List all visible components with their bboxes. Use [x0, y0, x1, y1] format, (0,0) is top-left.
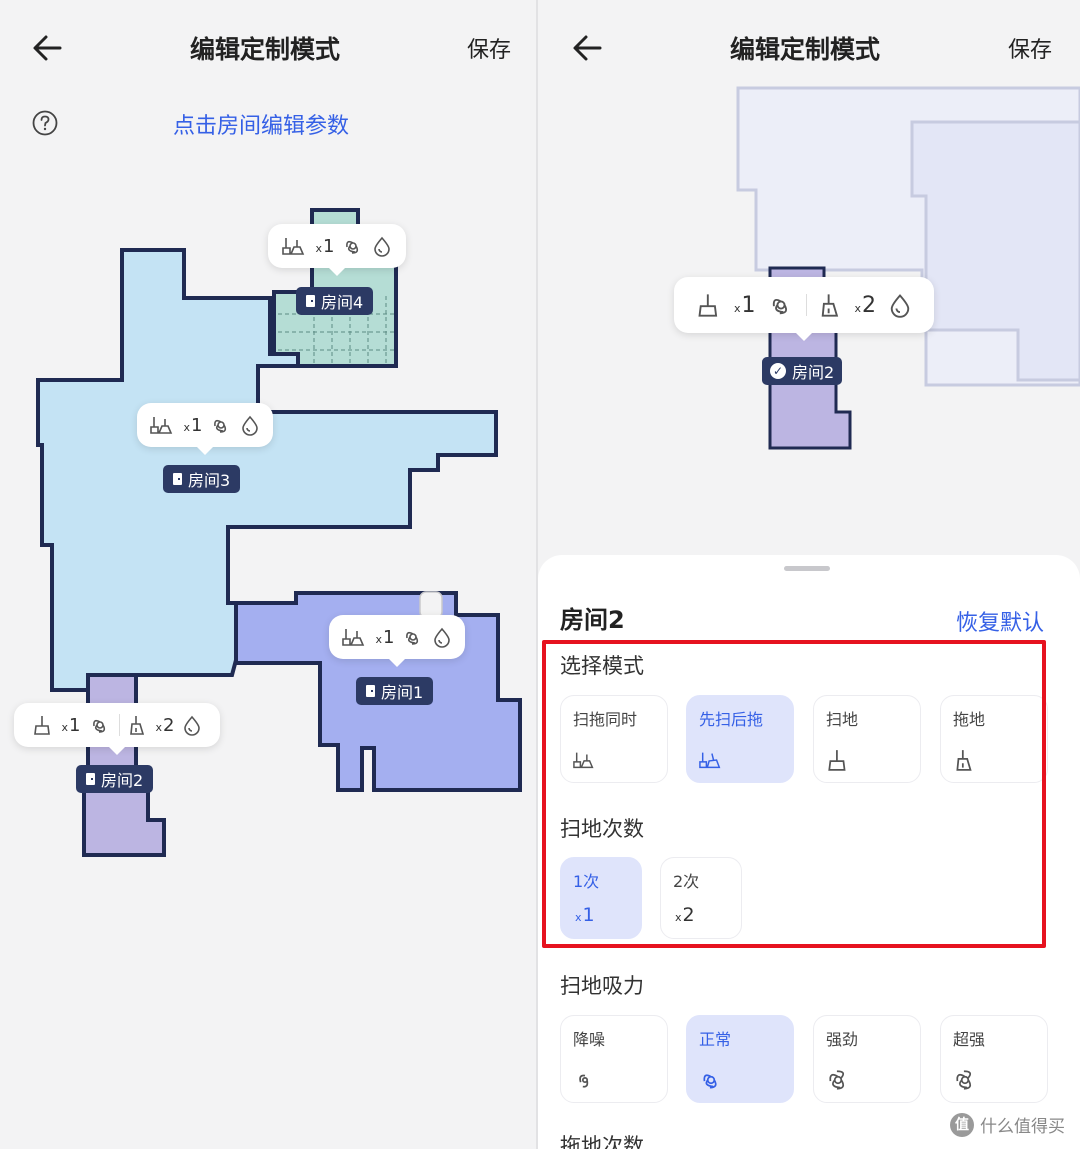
mop-times-section-title: 拖地次数: [560, 1134, 644, 1149]
room-3-settings-bubble[interactable]: x1: [137, 403, 273, 455]
mop-count: x2: [155, 714, 175, 736]
watermark-logo-icon: 值: [950, 1112, 974, 1137]
sweep-count: x1: [375, 626, 395, 648]
sweep-mop-icon: [341, 629, 364, 646]
room-1-settings-bubble[interactable]: x1: [329, 615, 465, 667]
fan-icon: [406, 631, 419, 645]
water-drop-icon: [184, 715, 201, 736]
room-4-settings-bubble[interactable]: x1: [268, 224, 406, 276]
fan-icon: [214, 419, 227, 433]
sweep-icon: [33, 716, 50, 735]
mop-icon: [129, 716, 144, 735]
suction-option-strong[interactable]: 强劲: [813, 1015, 921, 1103]
sweep-mop-icon: [149, 417, 172, 434]
fan-icon: [346, 240, 359, 254]
water-drop-icon: [890, 294, 910, 318]
fan-quiet-icon: [579, 1074, 589, 1088]
watermark: 值 什么值得买: [950, 1112, 1065, 1137]
water-drop-icon: [434, 627, 451, 648]
fan-max-icon: [956, 1070, 972, 1090]
room-1-tag[interactable]: 房间1: [356, 677, 434, 705]
top-bar: 编辑定制模式 保存: [538, 0, 1080, 90]
mop-icon: [821, 294, 838, 317]
page-title: 编辑定制模式: [730, 35, 881, 64]
fan-strong-icon: [829, 1070, 845, 1090]
floor-map: [36, 208, 522, 857]
door-icon: [86, 773, 95, 785]
sweep-icon: [698, 294, 718, 317]
sweep-mop-icon: [281, 238, 304, 255]
door-icon: [366, 685, 375, 697]
suction-option-max[interactable]: 超强: [940, 1015, 1048, 1103]
divider: [118, 714, 120, 736]
check-icon: ✓: [770, 363, 786, 379]
room-2-settings-bubble[interactable]: x1 x2: [14, 703, 220, 755]
right-screen: 编辑定制模式 保存 x1 x2 ✓ 房间2 房间2 恢复默认 选择模式 扫拖同时 …: [538, 0, 1080, 1149]
suction-option-normal[interactable]: 正常: [686, 1015, 794, 1103]
door-icon: [306, 295, 315, 307]
sweep-count: x1: [183, 414, 203, 436]
room-2-tag-selected[interactable]: ✓ 房间2: [762, 357, 843, 385]
water-drop-icon: [242, 415, 259, 436]
mop-count: x2: [854, 292, 877, 318]
highlight-box: [542, 640, 1046, 948]
fan-icon: [772, 298, 787, 315]
save-button[interactable]: 保存: [1008, 32, 1052, 64]
fan-normal-icon: [703, 1074, 717, 1089]
back-arrow-icon[interactable]: [568, 28, 608, 68]
left-screen: 编辑定制模式 保存 点击房间编辑参数 x1 房间4 x1 房间3 x1 房间1 …: [0, 0, 536, 1149]
door-icon: [173, 473, 182, 485]
sweep-count: x1: [315, 235, 335, 257]
room-2-tag[interactable]: 房间2: [76, 765, 154, 793]
water-drop-icon: [374, 236, 391, 257]
sheet-room-name: 房间2: [560, 606, 625, 634]
room-2-settings-bubble[interactable]: x1 x2: [674, 277, 934, 341]
divider: [805, 294, 807, 316]
suction-option-quiet[interactable]: 降噪: [560, 1015, 668, 1103]
restore-default-button[interactable]: 恢复默认: [956, 605, 1044, 637]
room-4-tag[interactable]: 房间4: [296, 287, 374, 315]
sweep-count: x1: [61, 714, 81, 736]
sweep-count: x1: [733, 292, 756, 318]
fan-icon: [92, 719, 105, 733]
suction-section-title: 扫地吸力: [560, 974, 644, 998]
drag-handle[interactable]: [784, 566, 830, 571]
room-3-tag[interactable]: 房间3: [163, 465, 241, 493]
